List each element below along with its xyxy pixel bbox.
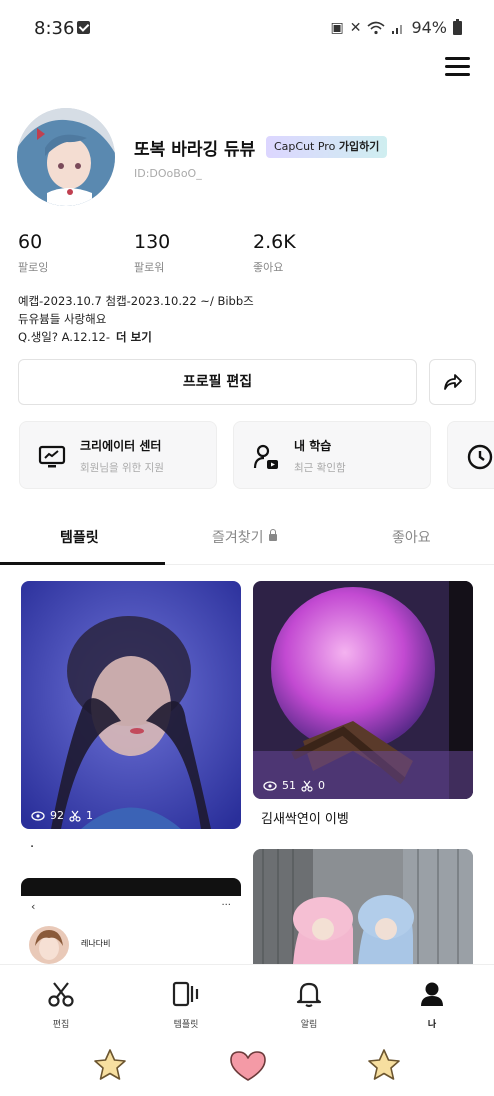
lock-icon [268, 529, 277, 541]
stat-label: 좋아요 [253, 261, 284, 274]
mute-icon: ✕ [349, 19, 362, 36]
view-count: 51 [282, 779, 296, 792]
menu-icon[interactable] [445, 57, 470, 77]
more-icon: ··· [221, 900, 231, 911]
nav-label: 나 [427, 1020, 437, 1030]
card-subtitle: 회원님을 위한 지원 [80, 462, 164, 474]
template-thumbnail-header [21, 878, 241, 896]
template-thumbnail [21, 581, 241, 829]
clock-icon [467, 444, 493, 470]
status-icons: ▣ ✕ 94% [330, 18, 462, 37]
creator-center-card[interactable]: 크리에이터 센터 회원님을 위한 지원 [19, 421, 217, 489]
template-stats: 92 1 [31, 809, 93, 822]
stat-likes[interactable]: 2.6K 좋아요 [253, 231, 296, 275]
profile-bio: 예캡-2023.10.7 첨캡-2023.10.22 ~/ Bibb즈 듀유븀들… [18, 292, 254, 346]
use-count: 1 [86, 809, 93, 822]
card-title: 크리에이터 센터 [80, 439, 162, 453]
nav-item-edit[interactable]: 편집 [31, 979, 91, 1030]
decorative-nav-bar [0, 1034, 494, 1096]
bio-more-link[interactable]: 더 보기 [116, 330, 152, 344]
my-learning-card[interactable]: 내 학습 최근 확인함 [233, 421, 431, 489]
share-button[interactable] [429, 359, 476, 405]
star-icon[interactable] [92, 1048, 128, 1082]
card-title: 내 학습 [294, 439, 332, 453]
signal-icon [392, 24, 403, 34]
avatar [29, 926, 69, 964]
use-count: 0 [318, 779, 325, 792]
stat-value: 60 [18, 231, 43, 253]
bio-line: 예캡-2023.10.7 첨캡-2023.10.22 ~/ Bibb즈 [18, 294, 254, 308]
pro-badge-brand: CapCut Pro [274, 140, 336, 153]
nav-item-me[interactable]: 나 [402, 979, 462, 1030]
bio-line: 듀유븀들 사랑해요 [18, 312, 107, 326]
template-tile[interactable] [253, 849, 473, 964]
scissors-icon [301, 780, 313, 792]
active-tab-indicator [0, 562, 165, 565]
nav-item-notifications[interactable]: 알림 [279, 979, 339, 1030]
template-tile[interactable]: 92 1 [21, 581, 241, 829]
monitor-chart-icon [38, 445, 66, 468]
battery-percent: 94% [411, 18, 447, 37]
tab-templates[interactable]: 템플릿 [60, 527, 99, 547]
share-arrow-icon [443, 374, 462, 390]
eye-icon [31, 810, 45, 821]
edit-profile-button[interactable]: 프로필 편집 [18, 359, 417, 405]
avatar[interactable] [17, 108, 115, 206]
bell-icon [296, 982, 322, 1008]
template-thumbnail [253, 581, 473, 799]
stat-followers[interactable]: 130 팔로워 [134, 231, 170, 275]
nav-label: 템플릿 [173, 1020, 199, 1030]
pro-badge-action: 가입하기 [338, 140, 380, 153]
star-icon[interactable] [366, 1048, 402, 1082]
nav-item-templates[interactable]: 템플릿 [156, 979, 216, 1030]
scissors-icon [69, 810, 81, 822]
back-chevron-icon: ‹ [31, 900, 36, 913]
scissors-icon [48, 982, 74, 1007]
nav-label: 알림 [300, 1020, 318, 1030]
status-bar: 8:36 ▣ ✕ 94% [0, 0, 494, 56]
bottom-navigation: 편집 템플릿 알림 나 [0, 964, 494, 1034]
stat-value: 2.6K [253, 231, 296, 253]
template-caption: . [30, 836, 35, 851]
template-caption: 김새싹연이 이벵 [261, 812, 349, 827]
person-icon [421, 982, 443, 1006]
battery-icon [453, 18, 462, 35]
status-time: 8:36 [34, 18, 75, 39]
stat-following[interactable]: 60 팔로잉 [18, 231, 48, 275]
view-count: 92 [50, 809, 64, 822]
stat-label: 팔로워 [134, 261, 165, 274]
template-thumbnail [253, 849, 473, 964]
capcut-pro-badge[interactable]: CapCut Pro 가입하기 [266, 136, 388, 158]
template-icon [172, 981, 199, 1007]
tab-favorites-label: 즐겨찾기 [212, 530, 264, 546]
tab-likes[interactable]: 좋아요 [392, 527, 431, 547]
tab-favorites[interactable]: 즐겨찾기 [212, 527, 277, 547]
bio-line: Q.생일? A.12.12- [18, 330, 111, 344]
stat-label: 팔로잉 [18, 261, 49, 274]
card-subtitle: 최근 확인함 [294, 462, 346, 474]
template-tile[interactable]: 51 0 [253, 581, 473, 799]
stat-value: 130 [134, 231, 171, 253]
template-inner-name: 레나다비 [81, 939, 111, 948]
eye-icon [263, 780, 277, 791]
template-stats: 51 0 [263, 779, 325, 792]
heart-icon[interactable] [229, 1050, 267, 1082]
profile-tabs: 템플릿 즐겨찾기 좋아요 [0, 515, 494, 565]
history-card[interactable] [447, 421, 494, 489]
profile-name: 또복 바라깅 듀뷰 [134, 140, 256, 160]
person-play-icon [253, 444, 278, 469]
template-tile[interactable]: ‹ ··· 레나다비 [21, 878, 241, 964]
lock-notification-icon: ▣ [330, 19, 344, 36]
profile-id: ID:DOoBoO_ [134, 167, 202, 180]
checkbox-notification-icon [77, 21, 90, 34]
wifi-icon [367, 21, 385, 34]
nav-label: 편집 [52, 1020, 70, 1030]
